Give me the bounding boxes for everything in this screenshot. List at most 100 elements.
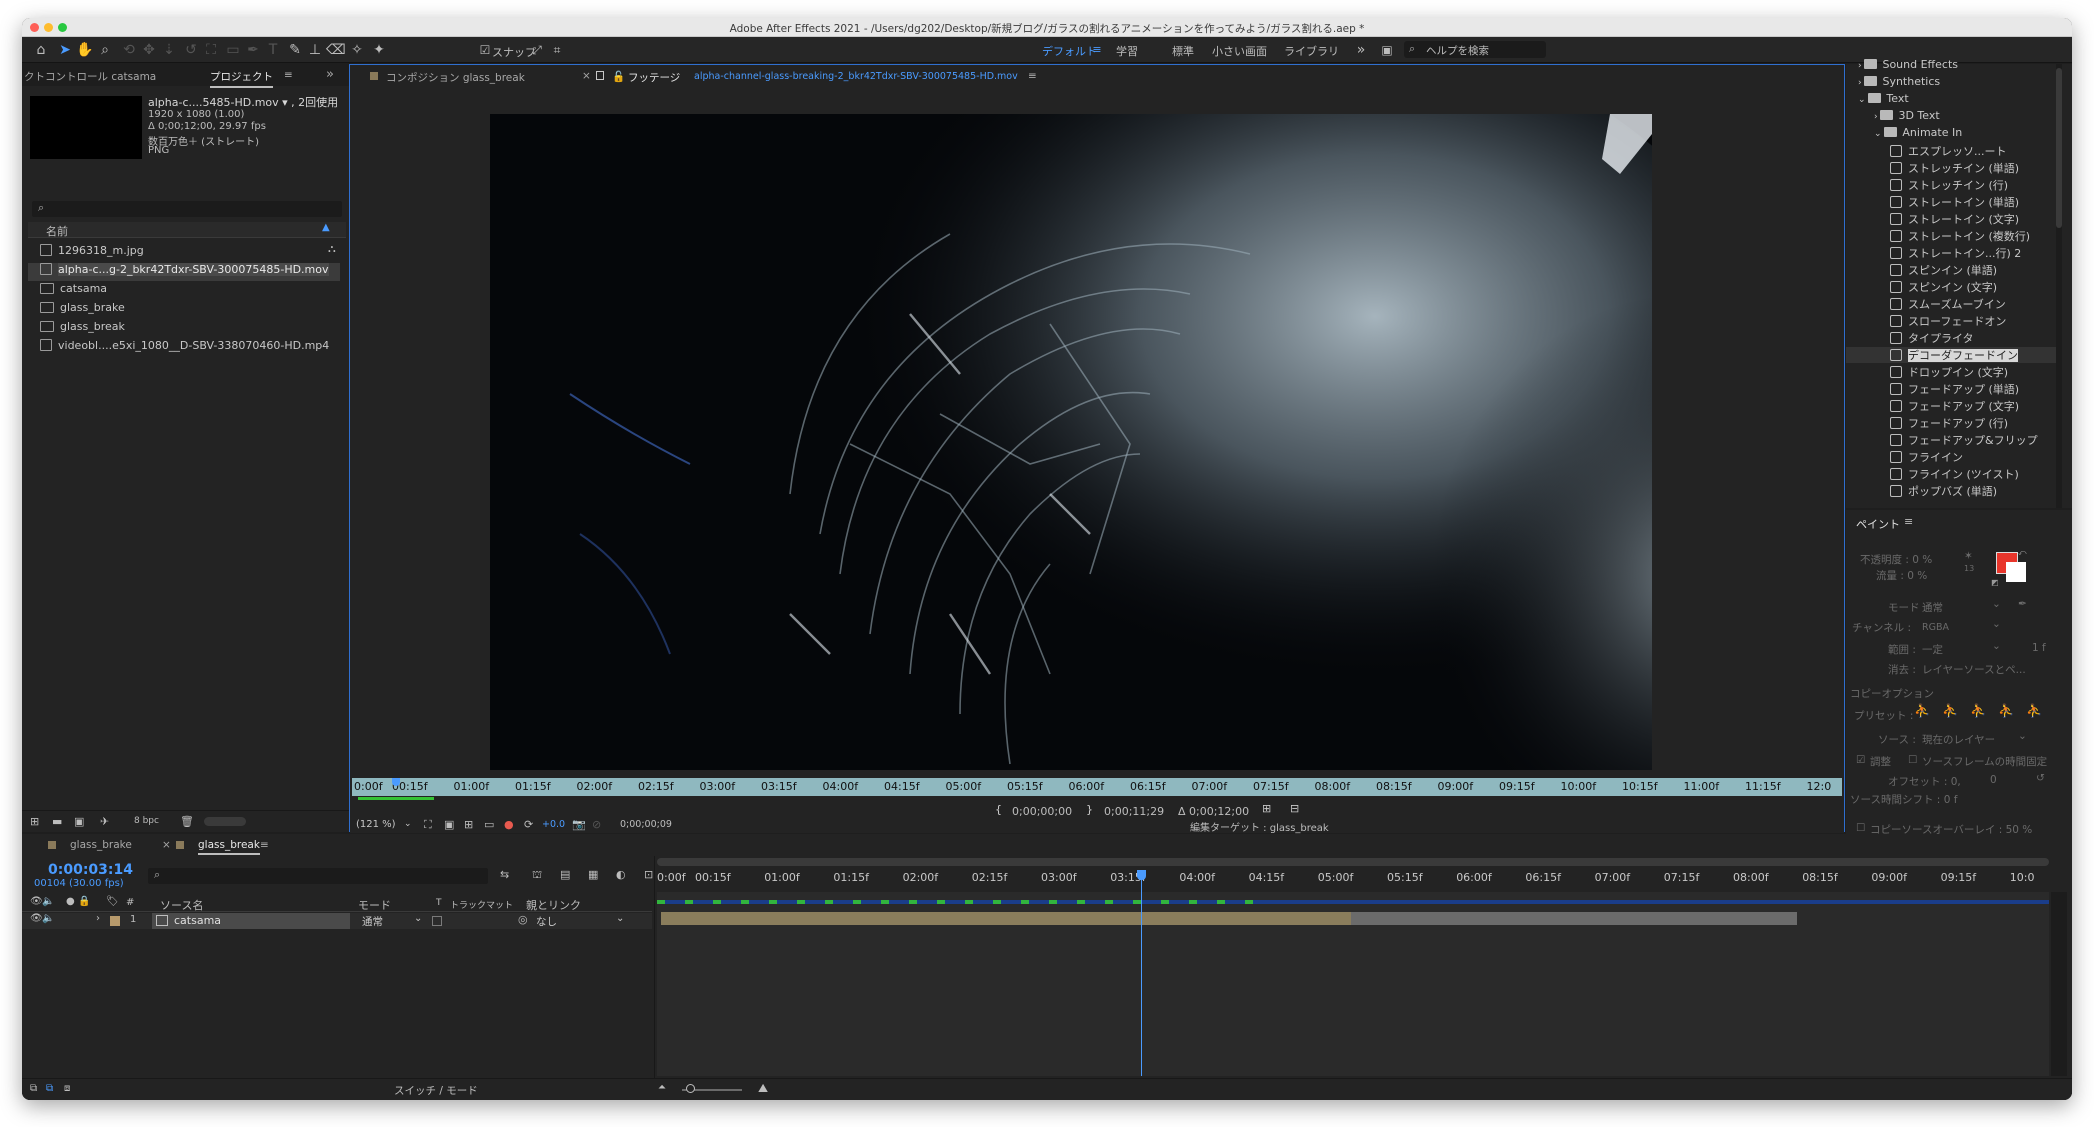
effects-preset-item[interactable]: タイプライタ — [1890, 330, 1974, 346]
color-channels-icon[interactable]: ● — [504, 818, 514, 831]
disclosure-open-icon[interactable]: ⌄ — [1874, 129, 1884, 139]
workspace-standard[interactable]: 標準 — [1172, 43, 1194, 59]
chevron-down-icon[interactable]: ⌄ — [616, 913, 624, 924]
clone-preset-3-icon[interactable]: ⛹ — [1970, 704, 1986, 719]
exposure-reset-icon[interactable]: ⟳ — [524, 818, 533, 831]
tab-project[interactable]: プロジェクト — [210, 69, 273, 88]
comp-mini-flowchart-icon[interactable]: ⇆ — [500, 868, 509, 881]
close-tab-icon[interactable]: × — [582, 70, 591, 82]
pan-camera-icon[interactable]: ✥ — [140, 41, 158, 59]
out-point-icon[interactable]: } — [1086, 803, 1093, 816]
home-icon[interactable]: ⌂ — [32, 41, 50, 59]
panel-overflow-icon[interactable]: » — [326, 67, 334, 82]
workspace-learn[interactable]: 学習 — [1116, 43, 1138, 59]
shy-layers-icon[interactable]: ▤ — [560, 868, 570, 881]
frame-blending-icon[interactable]: ▦ — [588, 868, 598, 881]
render-queue-icon[interactable]: ✈ — [100, 815, 109, 828]
paint-title[interactable]: ペイント — [1856, 516, 1900, 532]
effects-preset-item[interactable]: ストレートイン...行) 2 — [1890, 245, 2021, 261]
eye-icon[interactable]: 👁 — [30, 913, 43, 924]
zoom-in-icon[interactable]: ⛰ — [758, 1081, 768, 1096]
clone-source-dropdown[interactable]: 現在のレイヤー — [1922, 732, 1995, 747]
background-color-swatch[interactable] — [2006, 562, 2026, 582]
timeline-playhead-line[interactable] — [1141, 876, 1143, 1076]
chevron-down-icon[interactable]: ⌄ — [1992, 618, 2001, 630]
help-search-field[interactable]: ⌕ ヘルプを検索 — [1404, 41, 1546, 58]
effects-preset-item[interactable]: デコーダフェードイン — [1846, 347, 2056, 363]
pen-tool-icon[interactable]: ✒ — [244, 41, 262, 59]
chevron-down-icon[interactable]: ⌄ — [1992, 598, 2001, 610]
snap-grid-icon[interactable]: ⌗ — [548, 41, 566, 59]
solo-switch-icon[interactable]: ● — [66, 896, 75, 907]
draft-3d-icon[interactable]: ⛫ — [532, 868, 542, 883]
timeline-search-input[interactable]: ⌕ — [148, 868, 488, 884]
timeline-playhead-handle[interactable] — [1137, 870, 1147, 880]
brush-tip-icon[interactable]: ✶ — [1964, 550, 1973, 562]
effects-preset-item[interactable]: スピンイン (単語) — [1890, 262, 1997, 278]
layer-row[interactable]: 👁 🔈 › 1 catsama 通常 ⌄ ◎ なし ⌄ — [22, 913, 652, 929]
effects-folder-item[interactable]: › 3D Text — [1874, 109, 1940, 122]
source-time-shift[interactable]: ソース時間シフト : 0 f — [1850, 792, 1957, 807]
effects-folder-item[interactable]: ⌄ Text — [1858, 92, 1909, 105]
audio-switch-icon[interactable]: 🔈 — [42, 896, 54, 907]
clone-preset-4-icon[interactable]: ⛹ — [1998, 704, 2014, 719]
trash-icon[interactable]: 🗑 — [180, 815, 194, 828]
effects-scroll-thumb[interactable] — [2056, 68, 2062, 228]
effects-preset-item[interactable]: エスプレッソ...ート — [1890, 143, 2007, 159]
puppet-pin-tool-icon[interactable]: ✦ — [370, 41, 388, 59]
graph-editor-icon[interactable]: ⊡ — [644, 868, 653, 881]
motion-blur-icon[interactable]: ◐ — [616, 868, 626, 881]
layer-duration-bar-highlight[interactable] — [661, 912, 1351, 925]
current-time-display[interactable]: 0:00:03:14 — [48, 862, 133, 878]
chevron-down-icon[interactable]: ⌄ — [404, 819, 412, 829]
paint-mode-dropdown[interactable]: 通常 — [1922, 600, 1943, 615]
roto-brush-tool-icon[interactable]: ✧ — [348, 41, 366, 59]
clone-overlay-checkbox[interactable]: ☐ — [1856, 822, 1865, 834]
project-item[interactable]: glass_brake — [28, 301, 340, 319]
sync-settings-icon[interactable]: ▣ — [1378, 41, 1396, 59]
flow-field[interactable]: 流量 : 0 % — [1876, 568, 1927, 583]
effects-folder-item[interactable]: › Synthetics — [1858, 75, 1940, 88]
in-out-panes-icon[interactable]: ⧈ — [64, 1083, 70, 1094]
timeline-ruler-ticks[interactable]: 0:00f 00:15f 01:00f 01:15f 02:00f 02:15f 03:00… — [655, 868, 2055, 886]
dolly-camera-icon[interactable]: ⇣ — [160, 41, 178, 59]
workspace-overflow-icon[interactable]: » — [1352, 41, 1370, 59]
effects-preset-item[interactable]: ストレッチイン (行) — [1890, 177, 2008, 193]
effects-preset-item[interactable]: フライイン (ツイスト) — [1890, 466, 2019, 482]
project-search-input[interactable]: ⌕ — [32, 201, 342, 217]
sort-ascending-icon[interactable]: ▲ — [322, 222, 330, 233]
bit-depth-label[interactable]: 8 bpc — [134, 816, 159, 826]
effects-preset-item[interactable]: スムーズムーブイン — [1890, 296, 2006, 312]
column-parent[interactable]: 親とリンク — [526, 897, 581, 913]
erase-dropdown[interactable]: レイヤーソースとペ... — [1922, 662, 2026, 677]
effects-preset-item[interactable]: ストレッチイン (単語) — [1890, 160, 2019, 176]
default-colors-icon[interactable]: ◩ — [1991, 578, 1999, 587]
footage-preview[interactable] — [490, 114, 1652, 770]
speaker-icon[interactable]: 🔈 — [42, 913, 54, 924]
video-switch-icon[interactable]: 👁 — [30, 896, 43, 907]
project-item[interactable]: alpha-c...g-2_bkr42Tdxr-SBV-300075485-HD… — [28, 263, 340, 281]
thumbnail-slider[interactable] — [204, 817, 246, 826]
tab-glass-brake[interactable]: glass_brake — [70, 839, 132, 851]
mask-visibility-icon[interactable]: ▭ — [484, 818, 494, 831]
overlay-edit-icon[interactable]: ⊟ — [1290, 802, 1299, 815]
brush-eyedropper-icon[interactable]: ✒ — [2018, 598, 2027, 610]
orbit-camera-icon[interactable]: ⟲ — [120, 41, 138, 59]
workspace-small-screen[interactable]: 小さい画面 — [1212, 43, 1267, 59]
new-folder-icon[interactable]: ▬ — [52, 815, 62, 828]
effects-preset-item[interactable]: フェードアップ (文字) — [1890, 398, 2019, 414]
tab-composition[interactable]: コンポジション glass_break — [386, 70, 525, 85]
effects-preset-item[interactable]: スローフェードオン — [1890, 313, 2006, 329]
transparency-grid-icon[interactable]: ▣ — [444, 818, 454, 831]
viewer-current-time[interactable]: 0;00;00;09 — [620, 819, 672, 830]
project-item[interactable]: catsama — [28, 282, 340, 300]
lock-switch-icon[interactable]: 🔒 — [78, 896, 90, 907]
track-matte-toggle[interactable] — [432, 916, 442, 926]
tab-footage-name[interactable]: alpha-channel-glass-breaking-2_bkr42Tdxr… — [694, 71, 1018, 82]
column-mode[interactable]: モード — [358, 897, 391, 913]
exposure-value[interactable]: +0.0 — [542, 819, 565, 830]
panel-menu-icon[interactable]: ≡ — [284, 69, 293, 81]
tab-glass-break[interactable]: glass_break — [198, 839, 260, 855]
timeline-scrollbar[interactable] — [2051, 892, 2067, 1076]
close-tab-icon[interactable]: × — [162, 839, 171, 851]
